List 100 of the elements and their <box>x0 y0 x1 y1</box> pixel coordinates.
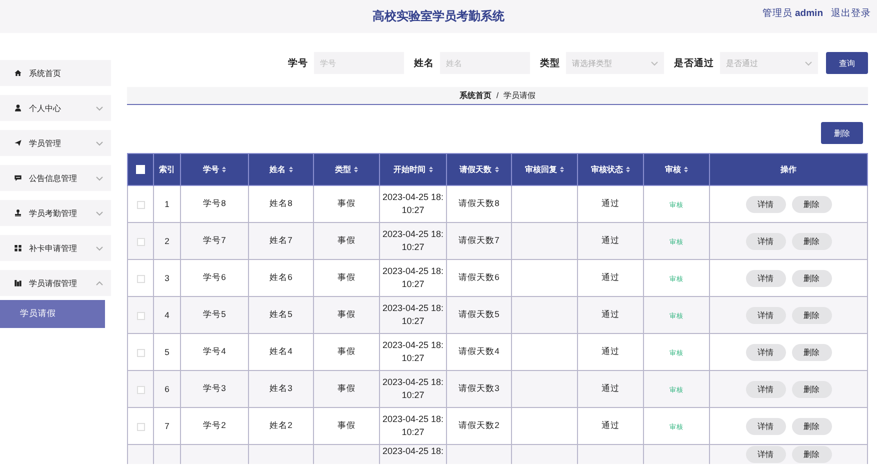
name-cell: 姓名3 <box>270 383 292 393</box>
details-button[interactable]: 详情 <box>746 232 786 250</box>
student-id-cell: 学号2 <box>203 420 226 430</box>
student-id-cell: 学号6 <box>203 272 226 282</box>
person-icon <box>14 104 22 112</box>
row-delete-button[interactable]: 删除 <box>792 418 832 434</box>
start-time-cell-text: 2023-04-25 18:10:27 <box>382 228 444 254</box>
details-button[interactable]: 详情 <box>746 418 786 434</box>
row-checkbox[interactable] <box>136 238 144 246</box>
column-header: 索引 <box>159 164 175 175</box>
chevron-down-icon <box>651 60 658 66</box>
sort-icon[interactable] <box>626 166 630 173</box>
column-header[interactable]: 审核回复 <box>525 164 557 175</box>
sort-icon[interactable] <box>288 166 292 173</box>
review-status-cell: 通过 <box>602 272 620 282</box>
search-button[interactable]: 查询 <box>826 52 868 74</box>
review-status-cell: 通过 <box>602 198 620 208</box>
breadcrumb-item[interactable]: 系统首页 <box>459 90 492 101</box>
row-delete-button[interactable]: 删除 <box>792 446 832 463</box>
details-button[interactable]: 详情 <box>746 270 786 286</box>
leave-days-cell: 请假天数2 <box>458 420 500 430</box>
home-icon <box>14 69 22 77</box>
details-button[interactable]: 详情 <box>746 446 786 463</box>
row-delete-button[interactable]: 删除 <box>792 196 832 212</box>
review-status-cell: 通过 <box>602 383 620 393</box>
details-button[interactable]: 详情 <box>746 306 786 324</box>
index-cell: 4 <box>164 310 170 320</box>
grid-icon <box>14 244 22 252</box>
sidebar-menu-item[interactable]: 系统首页 <box>0 60 111 86</box>
row-checkbox[interactable] <box>136 422 144 431</box>
sort-icon[interactable] <box>222 166 226 173</box>
sidebar-menu-item[interactable]: 学员请假管理 <box>0 270 111 296</box>
row-delete-button[interactable]: 删除 <box>792 344 832 360</box>
sort-icon[interactable] <box>494 166 498 173</box>
details-button[interactable]: 详情 <box>746 196 786 212</box>
column-header[interactable]: 开始时间 <box>394 164 426 175</box>
name-cell: 姓名4 <box>270 346 292 356</box>
app-title: 高校实验室学员考勤系统 <box>372 8 504 25</box>
leave-type-cell: 事假 <box>338 272 356 282</box>
review-status-cell: 通过 <box>602 309 620 319</box>
search-field-label: 姓名 <box>414 56 434 70</box>
row-delete-button[interactable]: 删除 <box>792 270 832 286</box>
sidebar-menu-item[interactable]: 学员管理 <box>0 130 111 156</box>
index-cell: 2 <box>164 236 170 246</box>
bar-chart-icon <box>14 279 22 287</box>
start-time-cell-text: 2023-04-25 18:10:27 <box>382 412 444 439</box>
paper-plane-icon <box>14 139 22 147</box>
leave-type-cell: 事假 <box>338 383 356 393</box>
leave-type-cell: 事假 <box>338 235 356 245</box>
row-checkbox[interactable] <box>136 348 144 357</box>
sidebar-menu-item[interactable]: 公告信息管理 <box>0 165 111 191</box>
text-input-field[interactable]: 学号 <box>314 52 404 74</box>
column-header[interactable]: 审核状态 <box>591 164 623 175</box>
sidebar-menu-item[interactable]: 补卡申请管理 <box>0 235 111 261</box>
review-status-cell: 通过 <box>602 420 620 430</box>
sidebar-menu-item[interactable]: 个人中心 <box>0 95 111 121</box>
start-time-cell-text: 2023-04-25 18:10:27 <box>382 302 444 328</box>
column-header[interactable]: 审核 <box>665 164 681 175</box>
column-header[interactable]: 姓名 <box>270 164 286 175</box>
row-checkbox[interactable] <box>136 274 144 283</box>
leave-days-cell: 请假天数7 <box>458 235 500 245</box>
row-checkbox[interactable] <box>136 200 144 209</box>
index-cell: 5 <box>164 347 170 357</box>
column-header[interactable]: 类型 <box>335 164 351 175</box>
column-header[interactable]: 学号 <box>203 164 219 175</box>
review-status-cell: 通过 <box>602 346 620 356</box>
column-header[interactable]: 请假天数 <box>460 164 492 175</box>
leave-days-cell: 请假天数6 <box>458 272 500 282</box>
index-cell: 1 <box>164 199 170 209</box>
sidebar-submenu-item[interactable]: 学员请假 <box>0 300 105 328</box>
search-field-label: 类型 <box>540 56 560 70</box>
text-input-field[interactable]: 姓名 <box>440 52 530 74</box>
details-button[interactable]: 详情 <box>746 380 786 398</box>
start-time-cell-text: 2023-04-25 18:10:27 <box>382 190 444 217</box>
review-status-cell: 通过 <box>602 235 620 245</box>
logout-link[interactable]: 退出登录 <box>831 7 871 20</box>
sort-icon[interactable] <box>560 166 564 173</box>
leave-type-cell: 事假 <box>338 198 356 208</box>
leave-type-cell: 事假 <box>338 309 356 319</box>
student-id-cell: 学号3 <box>203 383 226 393</box>
row-checkbox[interactable] <box>136 386 144 394</box>
leave-type-cell: 事假 <box>338 420 356 430</box>
column-header: 操作 <box>780 164 796 175</box>
sidebar-menu-item[interactable]: 学员考勤管理 <box>0 200 111 226</box>
row-checkbox[interactable] <box>136 312 144 320</box>
leave-days-cell: 请假天数8 <box>458 198 500 208</box>
row-delete-button[interactable]: 删除 <box>792 232 832 250</box>
leave-days-cell: 请假天数5 <box>458 309 500 319</box>
details-button[interactable]: 详情 <box>746 344 786 360</box>
delete-button[interactable]: 删除 <box>821 122 863 144</box>
row-delete-button[interactable]: 删除 <box>792 306 832 324</box>
sort-icon[interactable] <box>354 166 358 173</box>
name-cell: 姓名5 <box>270 309 292 319</box>
select-all-checkbox[interactable] <box>136 165 145 174</box>
chat-icon <box>14 174 22 182</box>
sort-icon[interactable] <box>428 166 432 173</box>
name-cell: 姓名7 <box>270 235 292 245</box>
sort-icon[interactable] <box>684 166 688 173</box>
row-delete-button[interactable]: 删除 <box>792 380 832 398</box>
breadcrumb-item: 学员请假 <box>504 90 536 101</box>
